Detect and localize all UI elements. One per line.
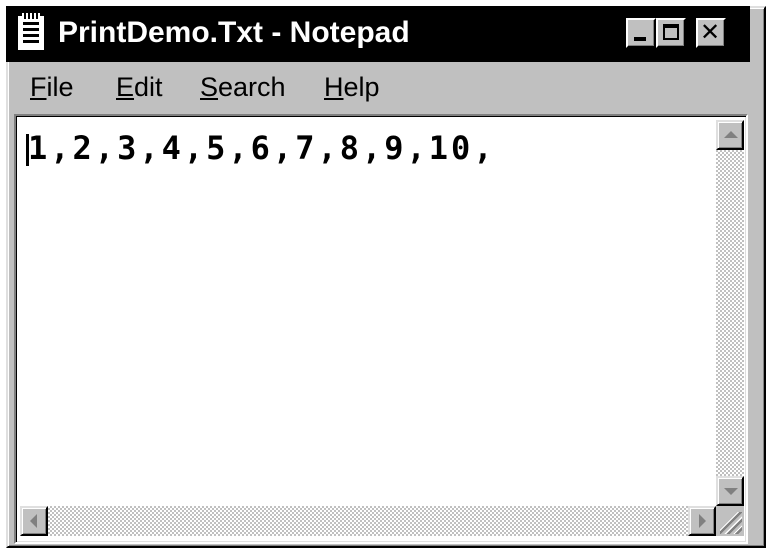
menu-search[interactable]: Search [200, 70, 286, 104]
arrow-right-icon [699, 514, 706, 528]
arrow-down-icon [724, 488, 738, 495]
minimize-icon [634, 37, 646, 41]
title-bar[interactable]: PrintDemo.Txt - Notepad ✕ [6, 6, 750, 62]
menu-help[interactable]: Help [324, 70, 380, 104]
text-caret [26, 134, 29, 166]
edit-frame: 1,2,3,4,5,6,7,8,9,10, [14, 114, 748, 544]
scroll-right-button[interactable] [688, 506, 716, 536]
resize-grip-icon [720, 512, 742, 534]
notepad-icon[interactable] [18, 13, 44, 50]
arrow-up-icon [724, 131, 738, 138]
size-grip[interactable] [716, 506, 744, 536]
window-title: PrintDemo.Txt - Notepad [58, 16, 410, 49]
minimize-button[interactable] [626, 18, 656, 48]
scroll-left-button[interactable] [20, 506, 48, 536]
document-text: 1,2,3,4,5,6,7,8,9,10, [28, 129, 496, 167]
arrow-left-icon [30, 514, 37, 528]
menu-file[interactable]: File [30, 70, 74, 104]
maximize-icon [663, 24, 679, 40]
close-button[interactable]: ✕ [696, 18, 726, 48]
scroll-up-button[interactable] [716, 120, 744, 150]
text-editor[interactable]: 1,2,3,4,5,6,7,8,9,10, [20, 120, 716, 506]
menu-bar: File Edit Search Help [6, 64, 750, 110]
close-icon: ✕ [700, 18, 721, 46]
horizontal-scrollbar[interactable] [20, 506, 716, 536]
menu-edit[interactable]: Edit [116, 70, 163, 104]
maximize-button[interactable] [656, 18, 686, 48]
scroll-down-button[interactable] [716, 476, 744, 506]
vertical-scrollbar[interactable] [716, 120, 744, 506]
